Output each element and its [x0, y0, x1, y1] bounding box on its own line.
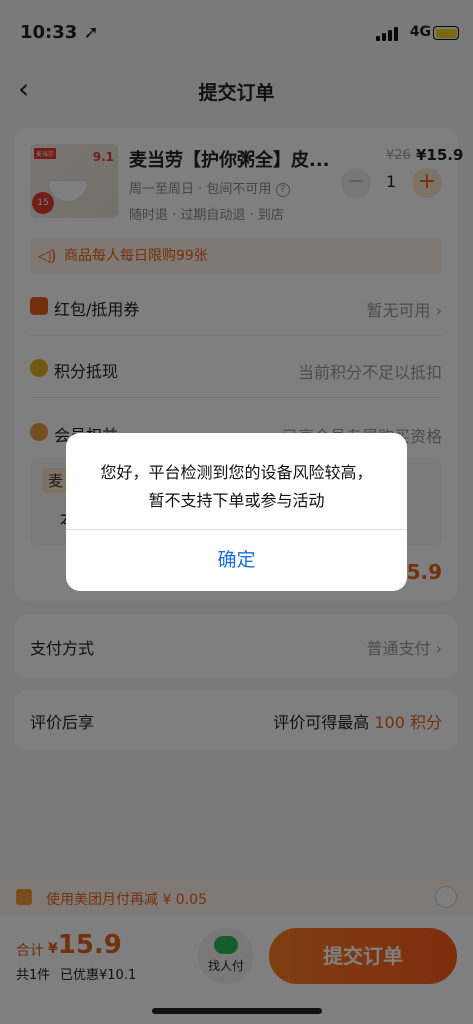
dialog-message-line1: 您好，平台检测到您的设备风险较高，	[100, 463, 373, 482]
confirm-button[interactable]: 确定	[66, 530, 407, 591]
dialog-message: 您好，平台检测到您的设备风险较高， 暂不支持下单或参与活动	[66, 459, 407, 515]
dialog-message-line2: 暂不支持下单或参与活动	[148, 491, 325, 510]
home-indicator[interactable]	[152, 1008, 322, 1014]
risk-alert-dialog: 您好，平台检测到您的设备风险较高， 暂不支持下单或参与活动 确定	[66, 433, 407, 591]
